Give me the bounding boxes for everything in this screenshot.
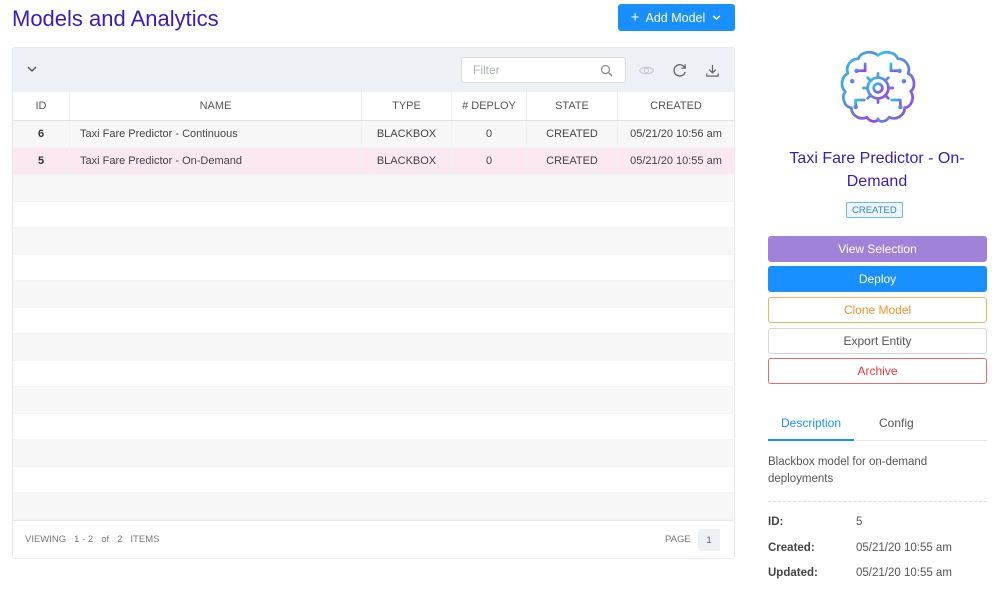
meta-created-label: Created: [768,542,815,554]
add-model-button[interactable]: + Add Model [618,4,735,31]
archive-button[interactable]: Archive [768,358,987,384]
cell-id: 5 [13,148,70,174]
table-footer: VIEWING 1 - 2 of 2 ITEMS PAGE 1 [13,520,734,558]
cell-id: 6 [13,121,70,147]
collapse-chevron-icon[interactable] [25,62,39,76]
meta-id-label: ID: [768,516,784,528]
column-header-type[interactable]: TYPE [362,92,452,120]
meta-created-value: 05/21/20 10:55 am [856,542,952,554]
view-selection-button[interactable]: View Selection [768,236,987,262]
empty-row [13,281,734,308]
viewing-label: VIEWING [25,534,67,545]
total-count: 2 [117,534,123,545]
column-header-name[interactable]: NAME [70,92,362,120]
meta-id-value: 5 [856,516,863,528]
detail-tabs: Description Config [768,404,987,441]
meta-updated-label: Updated: [768,567,818,579]
search-icon[interactable] [600,64,613,77]
chevron-down-icon [712,15,721,21]
empty-rows [13,175,734,520]
empty-row [13,493,734,520]
empty-row [13,175,734,202]
filter-field[interactable] [461,57,626,83]
column-header-id[interactable]: ID [13,92,70,120]
cell-type: BLACKBOX [362,148,452,174]
empty-row [13,387,734,414]
deploy-button[interactable]: Deploy [768,266,987,292]
empty-row [13,361,734,387]
viewing-range: 1 - 2 [74,534,94,545]
of-label: of [101,534,110,545]
cell-created: 05/21/20 10:55 am [630,155,722,167]
empty-row [13,467,734,493]
download-icon[interactable] [704,62,721,79]
cell-deploy: 0 [452,121,527,147]
active-tab-indicator [768,439,854,441]
page-label: PAGE [665,534,691,545]
table-row[interactable]: 6 Taxi Fare Predictor - Continuous BLACK… [13,121,734,148]
status-badge: CREATED [846,202,903,218]
export-entity-button[interactable]: Export Entity [768,328,987,354]
cell-created: 05/21/20 10:56 am [630,128,722,140]
empty-row [13,334,734,361]
cell-state: CREATED [527,148,618,174]
empty-row [13,255,734,281]
refresh-icon[interactable] [671,62,688,79]
empty-row [13,308,734,334]
empty-row [13,202,734,228]
filter-input[interactable] [473,63,593,77]
cell-name: Taxi Fare Predictor - On-Demand [70,148,362,174]
tab-description[interactable]: Description [781,416,841,430]
column-header-created[interactable]: CREATED [618,92,734,120]
table-toolbar [13,48,734,92]
brain-gear-icon [840,50,916,123]
column-header-state[interactable]: STATE [527,92,618,120]
empty-row [13,440,734,467]
empty-row [13,414,734,440]
items-label: ITEMS [130,534,160,545]
tab-config[interactable]: Config [879,416,914,430]
cell-deploy: 0 [452,148,527,174]
models-table: ID NAME TYPE # DEPLOY STATE CREATED 6 Ta… [12,47,735,559]
column-header-deploy[interactable]: # DEPLOY [452,92,527,120]
table-row-selected[interactable]: 5 Taxi Fare Predictor - On-Demand BLACKB… [13,148,734,175]
cell-state: CREATED [527,121,618,147]
page-number-button[interactable]: 1 [698,529,720,551]
cell-name: Taxi Fare Predictor - Continuous [70,121,362,147]
divider [768,501,987,502]
clone-model-button[interactable]: Clone Model [768,297,987,323]
cell-type: BLACKBOX [362,121,452,147]
add-model-label: Add Model [645,10,706,25]
plus-icon: + [630,9,640,26]
model-detail-panel: Taxi Fare Predictor - On-Demand CREATED … [767,0,987,594]
table-header: ID NAME TYPE # DEPLOY STATE CREATED [13,92,734,121]
model-title: Taxi Fare Predictor - On-Demand [789,150,965,190]
pagination-summary: VIEWING 1 - 2 of 2 ITEMS [25,534,159,545]
table-body: 6 Taxi Fare Predictor - Continuous BLACK… [13,121,734,521]
meta-updated-value: 05/21/20 10:55 am [856,567,952,579]
page-title: Models and Analytics [12,6,219,31]
model-description: Blackbox model for on-demand deployments [768,456,928,485]
eye-icon[interactable] [638,62,655,79]
empty-row [13,228,734,255]
